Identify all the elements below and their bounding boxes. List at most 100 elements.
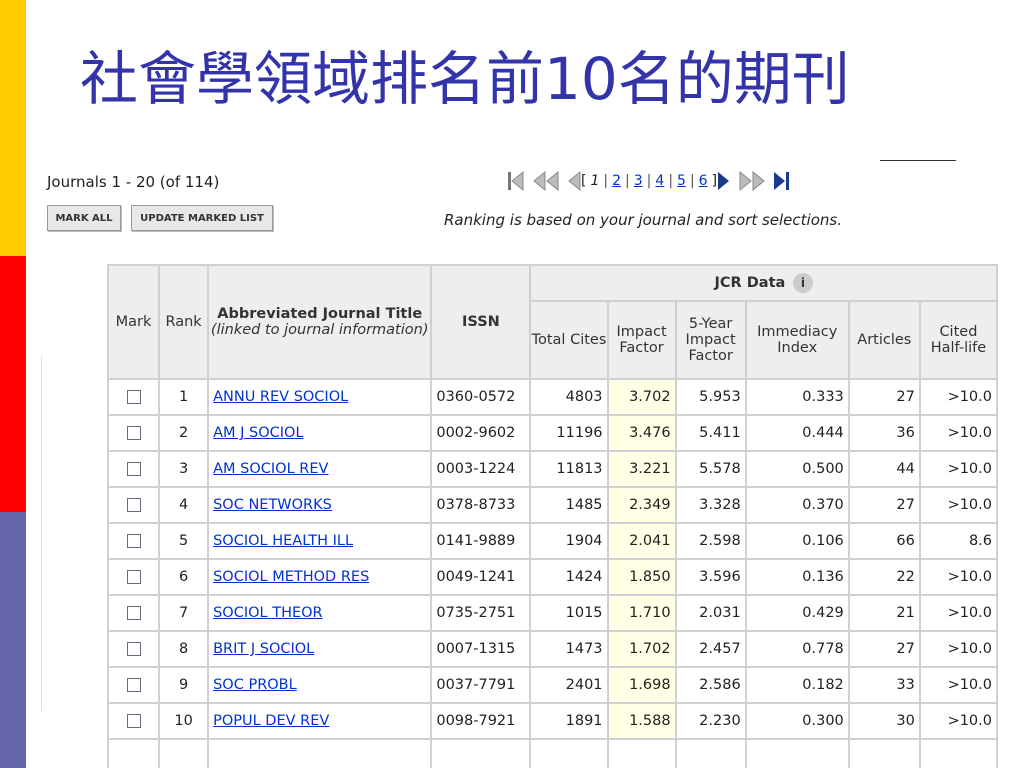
header-rank: Rank [158,264,210,380]
journal-title-link[interactable]: ANNU REV SOCIOL [213,389,348,405]
first-page-icon[interactable] [507,170,525,192]
checkbox-icon[interactable] [126,678,141,692]
issn-cell: 0002-9602 [430,414,532,452]
five-year-impact-factor-cell: 2.457 [674,630,747,668]
partial-cell [529,738,609,768]
checkbox-icon[interactable] [126,606,141,620]
table-row: 7 SOCIOL THEOR 0735-2751 1015 1.710 2.031 0.42… [106,594,999,632]
mark-cell [106,630,161,668]
mark-cell [106,702,161,740]
journal-title-link[interactable]: SOC PROBL [213,677,297,693]
header-total-cites[interactable]: Total Cites [529,300,609,380]
header-mark: Mark [106,264,161,380]
journal-title-link[interactable]: AM SOCIOL REV [213,461,328,477]
partial-cell [674,738,747,768]
header-articles[interactable]: Articles [847,300,921,380]
journal-title-link[interactable]: SOCIOL HEALTH ILL [213,533,353,549]
rank-cell: 9 [158,666,210,704]
divider-line [41,356,42,711]
next-group-icon[interactable] [739,170,765,192]
impact-factor-cell: 3.476 [606,414,677,452]
checkbox-icon[interactable] [126,462,141,476]
issn-cell: 0378-8733 [430,486,532,524]
header-cited-half-life[interactable]: Cited Half-life [918,300,999,380]
journal-title-link[interactable]: BRIT J SOCIOL [213,641,314,657]
impact-factor-cell: 1.702 [606,630,677,668]
journal-title-link[interactable]: SOCIOL METHOD RES [213,569,369,585]
pager-link-page-6[interactable]: 6 [695,173,712,189]
pager-link-page-5[interactable]: 5 [673,173,690,189]
checkbox-icon[interactable] [126,534,141,548]
rank-cell: 3 [158,450,210,488]
articles-cell: 66 [847,522,921,560]
journal-title-link[interactable]: SOCIOL THEOR [213,605,323,621]
articles-cell: 44 [847,450,921,488]
checkbox-icon[interactable] [126,714,141,728]
total-cites-cell: 1904 [529,522,609,560]
pager-link-page-3[interactable]: 3 [630,173,647,189]
total-cites-cell: 1485 [529,486,609,524]
table-row: 9 SOC PROBL 0037-7791 2401 1.698 2.586 0.182 33… [106,666,999,704]
partial-cell [744,738,850,768]
checkbox-icon[interactable] [126,390,141,404]
title-cell: BRIT J SOCIOL [207,630,433,668]
five-year-impact-factor-cell: 2.598 [674,522,747,560]
table-row: 6 SOCIOL METHOD RES 0049-1241 1424 1.850 3.59… [106,558,999,596]
journals-count: Journals 1 - 20 (of 114) [47,173,220,191]
header-five-year-impact-factor[interactable]: 5-Year Impact Factor [674,300,747,380]
total-cites-cell: 11813 [529,450,609,488]
header-impact-factor[interactable]: Impact Factor [606,300,677,380]
journal-title-link[interactable]: AM J SOCIOL [213,425,303,441]
impact-factor-cell: 3.221 [606,450,677,488]
header-title-main: Abbreviated Journal Title [217,306,423,322]
issn-cell: 0141-9889 [430,522,532,560]
title-cell: SOCIOL METHOD RES [207,558,433,596]
cited-half-life-cell: >10.0 [918,666,999,704]
previous-page-icon[interactable] [567,170,581,192]
pager-link-page-2[interactable]: 2 [608,173,625,189]
mark-cell [106,522,161,560]
five-year-impact-factor-cell: 5.578 [674,450,747,488]
rank-cell: 5 [158,522,210,560]
table-row: 8 BRIT J SOCIOL 0007-1315 1473 1.702 2.457 0.7… [106,630,999,668]
immediacy-index-cell: 0.300 [744,702,850,740]
checkbox-icon[interactable] [126,498,141,512]
previous-group-icon[interactable] [533,170,559,192]
last-page-icon[interactable] [773,170,791,192]
partial-cell [158,738,210,768]
left-bar-red [0,256,26,512]
table-row: 5 SOCIOL HEALTH ILL 0141-9889 1904 2.041 2.59… [106,522,999,560]
journal-title-link[interactable]: SOC NETWORKS [213,497,332,513]
rank-cell: 7 [158,594,210,632]
five-year-impact-factor-cell: 3.596 [674,558,747,596]
five-year-impact-factor-cell: 2.586 [674,666,747,704]
checkbox-icon[interactable] [126,426,141,440]
header-immediacy-index[interactable]: Immediacy Index [744,300,850,380]
slide-title: 社會學領域排名前10名的期刊 [80,45,850,113]
total-cites-cell: 4803 [529,378,609,416]
mark-cell [106,666,161,704]
cited-half-life-cell: >10.0 [918,702,999,740]
journal-title-link[interactable]: POPUL DEV REV [213,713,329,729]
issn-cell: 0049-1241 [430,558,532,596]
left-bar-yellow [0,0,26,256]
mark-all-button[interactable]: MARK ALL [47,205,121,231]
issn-cell: 0098-7921 [430,702,532,740]
table-row: 10 POPUL DEV REV 0098-7921 1891 1.588 2.230 0.… [106,702,999,740]
table-row: 1 ANNU REV SOCIOL 0360-0572 4803 3.702 5.953 0… [106,378,999,416]
title-cell: ANNU REV SOCIOL [207,378,433,416]
pager-current-page: 1 [590,173,600,189]
articles-cell: 27 [847,486,921,524]
info-icon[interactable]: i [792,273,813,293]
checkbox-icon[interactable] [126,570,141,584]
immediacy-index-cell: 0.444 [744,414,850,452]
pager-link-page-4[interactable]: 4 [651,173,668,189]
update-marked-list-button[interactable]: UPDATE MARKED LIST [131,205,273,231]
rank-cell: 4 [158,486,210,524]
header-journal-title: Abbreviated Journal Title (linked to jou… [207,264,433,380]
five-year-impact-factor-cell: 5.953 [674,378,747,416]
rank-cell: 2 [158,414,210,452]
mark-cell [106,594,161,632]
next-page-icon[interactable] [717,170,731,192]
checkbox-icon[interactable] [126,642,141,656]
